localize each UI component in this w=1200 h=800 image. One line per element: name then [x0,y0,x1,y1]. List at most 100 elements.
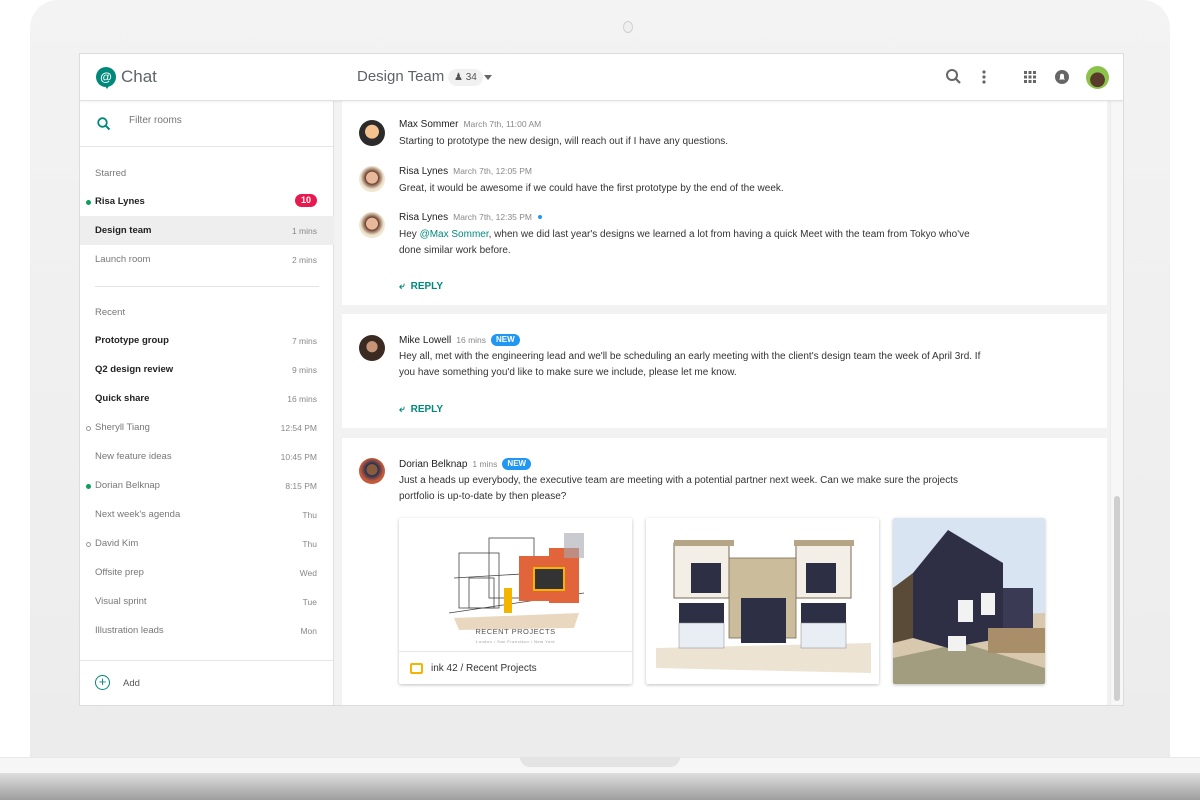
user-mention-link[interactable]: @Max Sommer [420,229,489,240]
reply-button[interactable]: ⤶ REPLY [399,404,443,415]
scrollbar[interactable] [1110,101,1123,705]
avatar[interactable] [359,120,385,146]
attachment-caption: RECENT PROJECTS [475,627,556,636]
image-attachment[interactable] [646,518,879,684]
slides-icon [410,663,423,674]
room-name: Quick share [95,393,150,404]
add-circle-icon: + [95,675,110,690]
message-time: March 7th, 11:00 AM [463,119,542,129]
filter-rooms-input[interactable] [129,115,309,126]
author-name[interactable]: Mike Lowell [399,335,451,346]
room-time: 12:54 PM [280,423,317,433]
room-time: Thu [302,539,317,549]
webcam-icon [623,21,633,33]
message-time: March 7th, 12:05 PM [453,166,533,176]
room-name: David Kim [95,538,139,549]
author-name[interactable]: Risa Lynes [399,166,448,177]
message-text: Hey all, met with the engineering lead a… [399,351,981,378]
dark-house-sketch-image [893,518,1045,684]
room-time: Mon [300,626,317,636]
author-name[interactable]: Dorian Belknap [399,459,467,470]
message-time: 1 mins [472,459,498,469]
sidebar-item-next-weeks-agenda[interactable]: Next week's agenda Thu [80,500,334,529]
room-time: 1 mins [291,226,317,236]
unread-indicator [538,215,543,219]
message-text: Starting to prototype the new design, wi… [399,136,729,147]
thread-card: Dorian Belknap 1 mins NEW Just a heads up … [342,438,1107,705]
search-icon[interactable] [944,67,964,87]
sidebar-item-design-team[interactable]: Design team 1 mins [80,216,334,245]
sidebar: Starred Risa Lynes 10 Design team 1 mins… [80,101,334,705]
attachment-subcaption: London / San Francisco / New York [476,639,555,644]
room-time: 9 mins [291,365,317,375]
room-name: Launch room [95,254,151,265]
reply-label: REPLY [410,404,444,415]
avatar[interactable] [359,166,385,192]
away-status-icon [86,542,91,547]
room-time: Wed [299,568,317,578]
new-badge: NEW [502,458,532,470]
account-avatar[interactable] [1086,66,1109,89]
room-time: 7 mins [291,336,317,346]
add-room-button[interactable]: + Add [80,660,333,705]
avatar[interactable] [359,335,385,361]
slides-attachment[interactable]: RECENT PROJECTS London / San Francisco /… [399,518,632,684]
room-time: 8:15 PM [285,481,317,491]
avatar[interactable] [359,458,385,484]
image-attachment[interactable] [893,518,1045,684]
sidebar-item-quick-share[interactable]: Quick share 16 mins [80,384,334,413]
room-title[interactable]: Design Team [357,68,444,85]
attachment-footer: ink 42 / Recent Projects [399,651,632,684]
reply-button[interactable]: ⤶ REPLY [399,281,443,292]
room-name: Visual sprint [95,596,147,607]
starred-section-label: Starred [95,168,127,179]
room-name: Illustration leads [95,625,164,636]
room-name: Risa Lynes [95,196,145,207]
room-time: Thu [302,510,317,520]
sidebar-item-dorian-belknap[interactable]: Dorian Belknap 8:15 PM [80,471,334,500]
chat-logo-icon[interactable]: @ [96,67,116,89]
room-name: Next week's agenda [95,509,181,520]
sidebar-item-risa-lynes[interactable]: Risa Lynes 10 [80,187,334,216]
away-status-icon [86,426,91,431]
scrollbar-thumb[interactable] [1114,496,1120,701]
room-time: 2 mins [291,255,317,265]
chevron-down-icon[interactable] [484,75,492,80]
person-icon: ♟ [454,72,463,83]
recent-section-label: Recent [95,307,126,318]
room-time: 10:45 PM [280,452,317,462]
search-icon [96,116,112,137]
sidebar-item-new-feature-ideas[interactable]: New feature ideas 10:45 PM [80,442,334,471]
member-count: 34 [465,72,477,83]
message-header: Dorian Belknap 1 mins NEW [399,458,532,470]
author-name[interactable]: Max Sommer [399,119,458,130]
more-vert-icon[interactable] [974,67,994,87]
online-status-icon [86,200,91,205]
notifications-icon[interactable] [1052,67,1072,87]
laptop-notch [520,757,680,767]
unread-count-badge: 10 [294,194,317,207]
room-name: Sheryll Tiang [95,422,150,433]
sidebar-item-illustration-leads[interactable]: Illustration leads Mon [80,616,334,645]
message-header: Risa Lynes March 7th, 12:35 PM [399,212,543,223]
room-name: Design team [95,225,152,236]
member-count-button[interactable]: ♟ 34 [448,69,483,86]
attachments: RECENT PROJECTS London / San Francisco /… [399,518,1049,685]
message-text: Hey @Max Sommer, when we did last year's… [399,229,970,256]
sidebar-item-offsite-prep[interactable]: Offsite prep Wed [80,558,334,587]
reply-arrow-icon: ⤶ [399,404,405,415]
sidebar-item-sheryll-tiang[interactable]: Sheryll Tiang 12:54 PM [80,413,334,442]
duplex-sketch-image [646,518,879,684]
author-name[interactable]: Risa Lynes [399,212,448,223]
avatar[interactable] [359,212,385,238]
sidebar-item-launch-room[interactable]: Launch room 2 mins [80,245,334,274]
sidebar-item-visual-sprint[interactable]: Visual sprint Tue [80,587,334,616]
message-header: Mike Lowell 16 mins NEW [399,334,520,346]
sidebar-item-q2-design-review[interactable]: Q2 design review 9 mins [80,355,334,384]
room-time: 16 mins [287,394,317,404]
apps-grid-icon[interactable] [1020,67,1040,87]
sidebar-item-prototype-group[interactable]: Prototype group 7 mins [80,326,334,355]
sidebar-item-david-kim[interactable]: David Kim Thu [80,529,334,558]
room-name: New feature ideas [95,451,172,462]
top-bar: @ Chat Design Team ♟ 34 [80,54,1123,101]
